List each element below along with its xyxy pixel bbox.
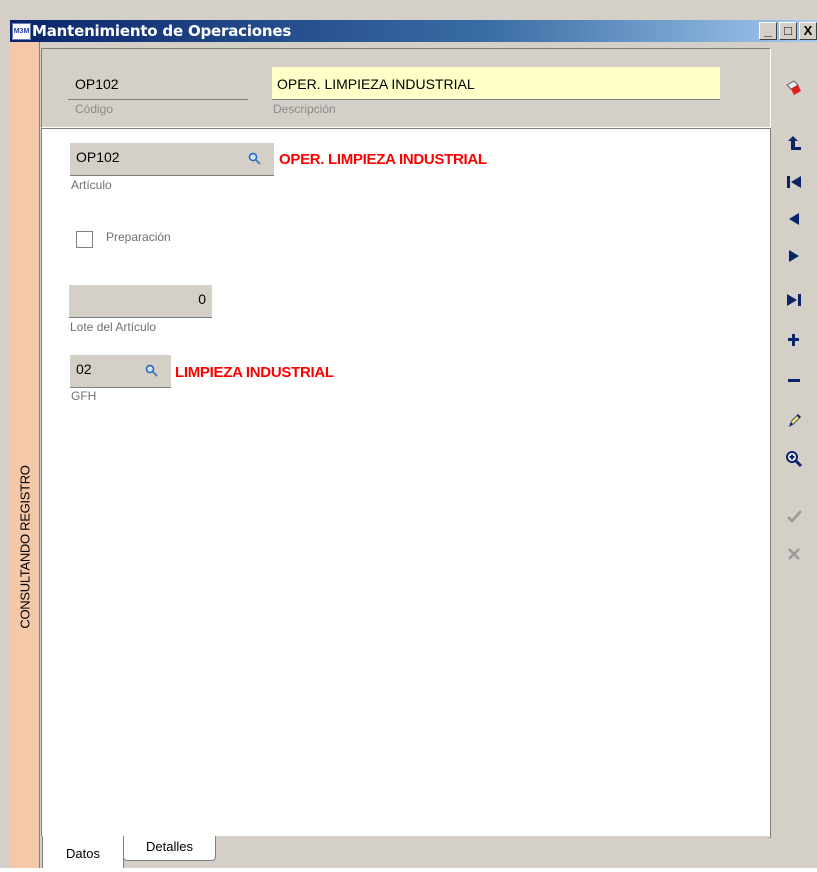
window-title: Mantenimiento de Operaciones bbox=[32, 22, 292, 40]
articulo-field[interactable]: OP102 bbox=[70, 143, 274, 176]
search-zoom-icon bbox=[786, 451, 803, 468]
status-side-bar: CONSULTANDO REGISTRO bbox=[10, 42, 40, 868]
form-content: OP102 OPER. LIMPIEZA INDUSTRIAL Artículo… bbox=[41, 128, 771, 838]
descripcion-field[interactable]: OPER. LIMPIEZA INDUSTRIAL bbox=[277, 76, 475, 92]
add-icon bbox=[788, 334, 799, 346]
first-record-button[interactable] bbox=[771, 167, 817, 197]
descripcion-label: Descripción bbox=[273, 102, 336, 116]
preparacion-checkbox[interactable] bbox=[76, 231, 93, 248]
articulo-lookup-icon[interactable] bbox=[248, 152, 262, 166]
last-record-button[interactable] bbox=[771, 285, 817, 315]
articulo-value: OP102 bbox=[76, 149, 120, 165]
up-button[interactable] bbox=[771, 128, 817, 158]
first-record-icon bbox=[787, 176, 801, 188]
accept-button[interactable] bbox=[771, 501, 817, 531]
zoom-button[interactable] bbox=[771, 444, 817, 474]
app-logo-icon: M3M bbox=[12, 23, 31, 40]
next-record-icon bbox=[789, 250, 799, 262]
tab-strip: Datos Detalles bbox=[41, 836, 769, 868]
descripcion-field-box[interactable]: OPER. LIMPIEZA INDUSTRIAL bbox=[272, 67, 720, 99]
lote-value: 0 bbox=[198, 291, 206, 307]
tab-datos[interactable]: Datos bbox=[42, 836, 124, 868]
delete-record-button[interactable] bbox=[771, 365, 817, 395]
cancel-button[interactable] bbox=[771, 539, 817, 569]
gfh-field[interactable]: 02 bbox=[70, 355, 171, 388]
codigo-label: Código bbox=[75, 102, 114, 116]
gfh-lookup-icon[interactable] bbox=[145, 364, 159, 378]
status-side-label: CONSULTANDO REGISTRO bbox=[17, 465, 32, 629]
eraser-button[interactable] bbox=[771, 73, 817, 103]
previous-record-icon bbox=[789, 213, 799, 225]
tab-detalles[interactable]: Detalles bbox=[123, 836, 216, 861]
minimize-button[interactable]: _ bbox=[759, 22, 777, 40]
close-button[interactable]: X bbox=[799, 22, 817, 40]
lote-field[interactable]: 0 bbox=[69, 285, 212, 318]
codigo-field[interactable]: OP102 bbox=[75, 76, 119, 92]
edit-icon bbox=[789, 414, 801, 427]
previous-record-button[interactable] bbox=[771, 204, 817, 234]
articulo-description: OPER. LIMPIEZA INDUSTRIAL bbox=[279, 151, 487, 168]
cancel-icon bbox=[788, 548, 800, 560]
last-record-icon bbox=[787, 294, 801, 306]
gfh-label: GFH bbox=[71, 389, 97, 403]
gfh-description: LIMPIEZA INDUSTRIAL bbox=[175, 364, 334, 381]
lote-label: Lote del Artículo bbox=[70, 320, 157, 334]
record-header: OP102 Código OPER. LIMPIEZA INDUSTRIAL D… bbox=[41, 48, 771, 128]
eraser-icon bbox=[786, 80, 801, 95]
up-arrow-icon bbox=[788, 136, 801, 150]
title-bar[interactable]: M3M Mantenimiento de Operaciones _ □ X bbox=[10, 20, 817, 42]
accept-icon bbox=[787, 510, 802, 523]
delete-icon bbox=[788, 379, 800, 382]
maximize-button[interactable]: □ bbox=[779, 22, 797, 40]
edit-record-button[interactable] bbox=[771, 405, 817, 435]
gfh-value: 02 bbox=[76, 361, 92, 377]
application-window: M3M Mantenimiento de Operaciones _ □ X C… bbox=[0, 0, 817, 868]
window-controls: _ □ X bbox=[757, 22, 817, 40]
articulo-label: Artículo bbox=[71, 178, 112, 192]
preparacion-label: Preparación bbox=[106, 230, 171, 244]
navigation-toolbar bbox=[771, 42, 817, 868]
add-record-button[interactable] bbox=[771, 325, 817, 355]
next-record-button[interactable] bbox=[771, 241, 817, 271]
